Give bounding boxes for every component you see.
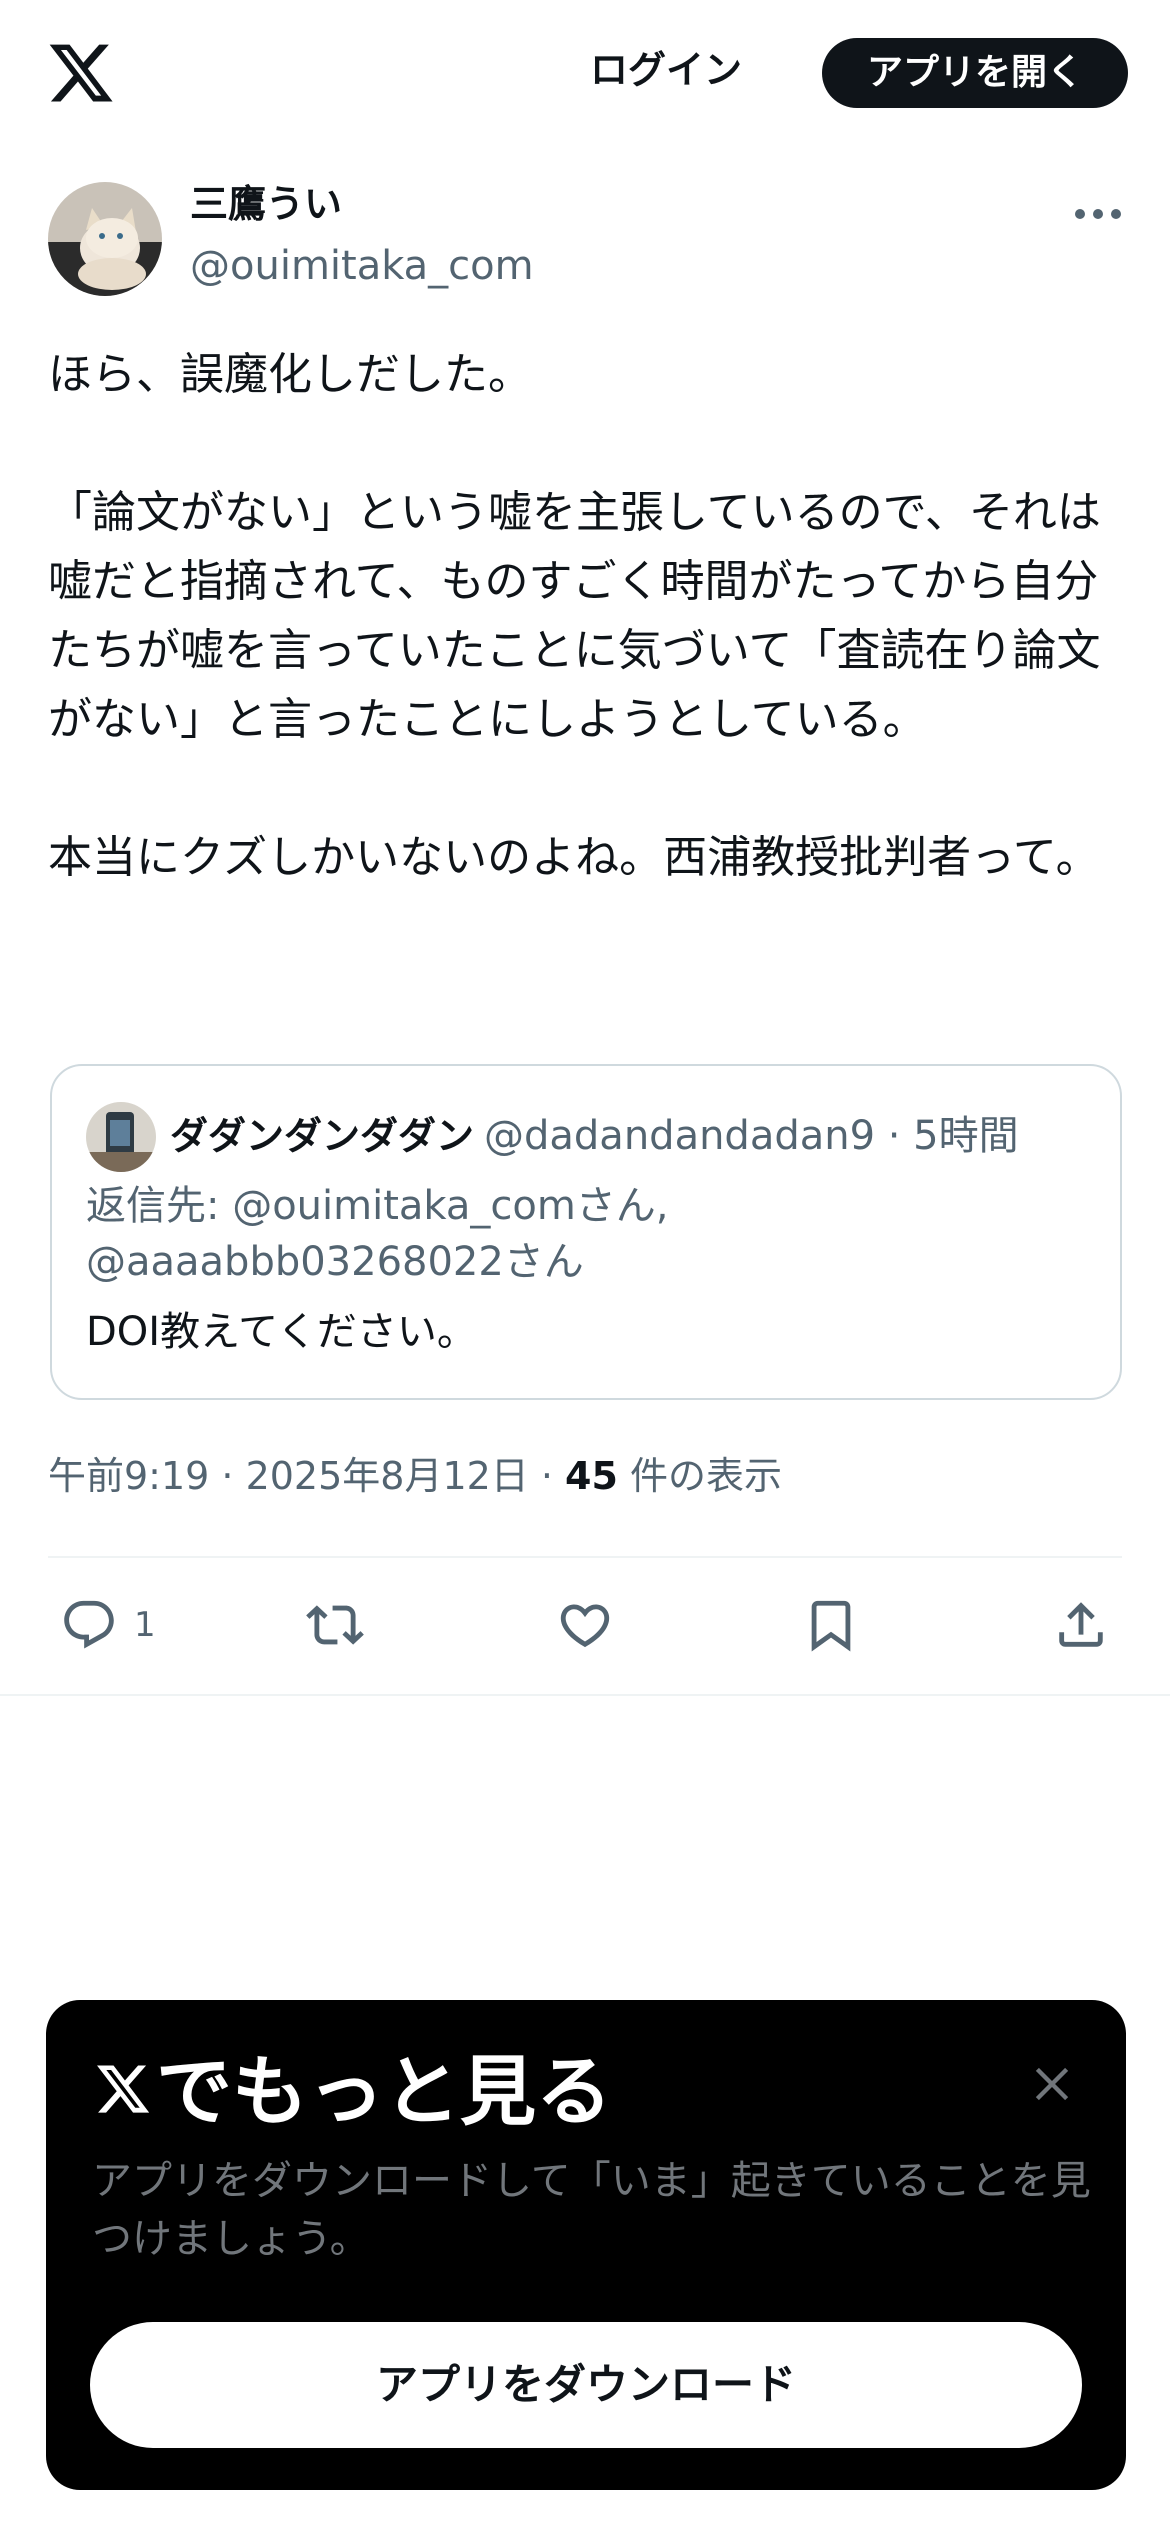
divider (0, 1694, 1170, 1696)
post-text: ほら、誤魔化しだした。 「論文がない」という嘘を主張しているので、それは嘘だと指… (48, 349, 1101, 883)
quote-author-name: ダダンダンダダン (170, 1114, 475, 1158)
share-button[interactable] (1052, 1580, 1110, 1670)
more-dots-icon[interactable] (1072, 196, 1124, 232)
author-name[interactable]: 三鷹うい (190, 178, 342, 230)
app-promo-sheet: でもっと見る アプリをダウンロードして「いま」起きていることを見つけましょう。 … (46, 2000, 1126, 2490)
top-bar: ログイン アプリを開く (0, 0, 1170, 150)
reply-icon (64, 1600, 114, 1649)
reply-button[interactable]: 1 (60, 1580, 156, 1670)
reply-count: 1 (134, 1605, 156, 1645)
quote-header: ダダンダンダダン @dadandandadan9 · 5時間 (170, 1106, 1019, 1166)
like-button[interactable] (556, 1580, 614, 1670)
quoted-post[interactable]: ダダンダンダダン @dadandandadan9 · 5時間 返信先: @ouim… (50, 1064, 1122, 1400)
author-handle[interactable]: @ouimitaka_com (190, 240, 534, 292)
share-icon (1059, 1602, 1103, 1647)
quote-meta: @dadandandadan9 · 5時間 (484, 1113, 1019, 1159)
bookmark-button[interactable] (802, 1580, 860, 1670)
promo-subtitle: アプリをダウンロードして「いま」起きていることを見つけましょう。 (92, 2158, 1091, 2262)
quote-text: DOI教えてください。 (86, 1309, 477, 1355)
timestamp-text: 午前9:19 · 2025年8月12日 · (48, 1454, 566, 1498)
action-bar: 1 (0, 1580, 1170, 1670)
avatar[interactable] (48, 182, 162, 296)
repost-button[interactable] (306, 1580, 364, 1670)
post-timestamp[interactable]: 午前9:19 · 2025年8月12日 · 45 件の表示 (48, 1446, 782, 1506)
bookmark-icon (811, 1600, 851, 1652)
quote-reply-to: 返信先: @ouimitaka_comさん, @aaaabbb03268022さ… (86, 1183, 669, 1285)
x-logo-icon (97, 2065, 150, 2113)
close-icon[interactable] (1026, 2058, 1078, 2110)
login-link[interactable]: ログイン (590, 40, 742, 100)
download-app-button[interactable]: アプリをダウンロード (90, 2322, 1082, 2448)
promo-title: でもっと見る (156, 2047, 612, 2136)
x-logo-icon[interactable] (46, 38, 116, 108)
open-app-button[interactable]: アプリを開く (822, 38, 1128, 108)
views-count: 45 (565, 1454, 618, 1498)
repost-icon (306, 1605, 364, 1645)
quote-avatar[interactable] (86, 1102, 156, 1172)
divider (48, 1556, 1122, 1558)
views-label: 件の表示 (617, 1454, 783, 1498)
like-icon (560, 1604, 610, 1648)
